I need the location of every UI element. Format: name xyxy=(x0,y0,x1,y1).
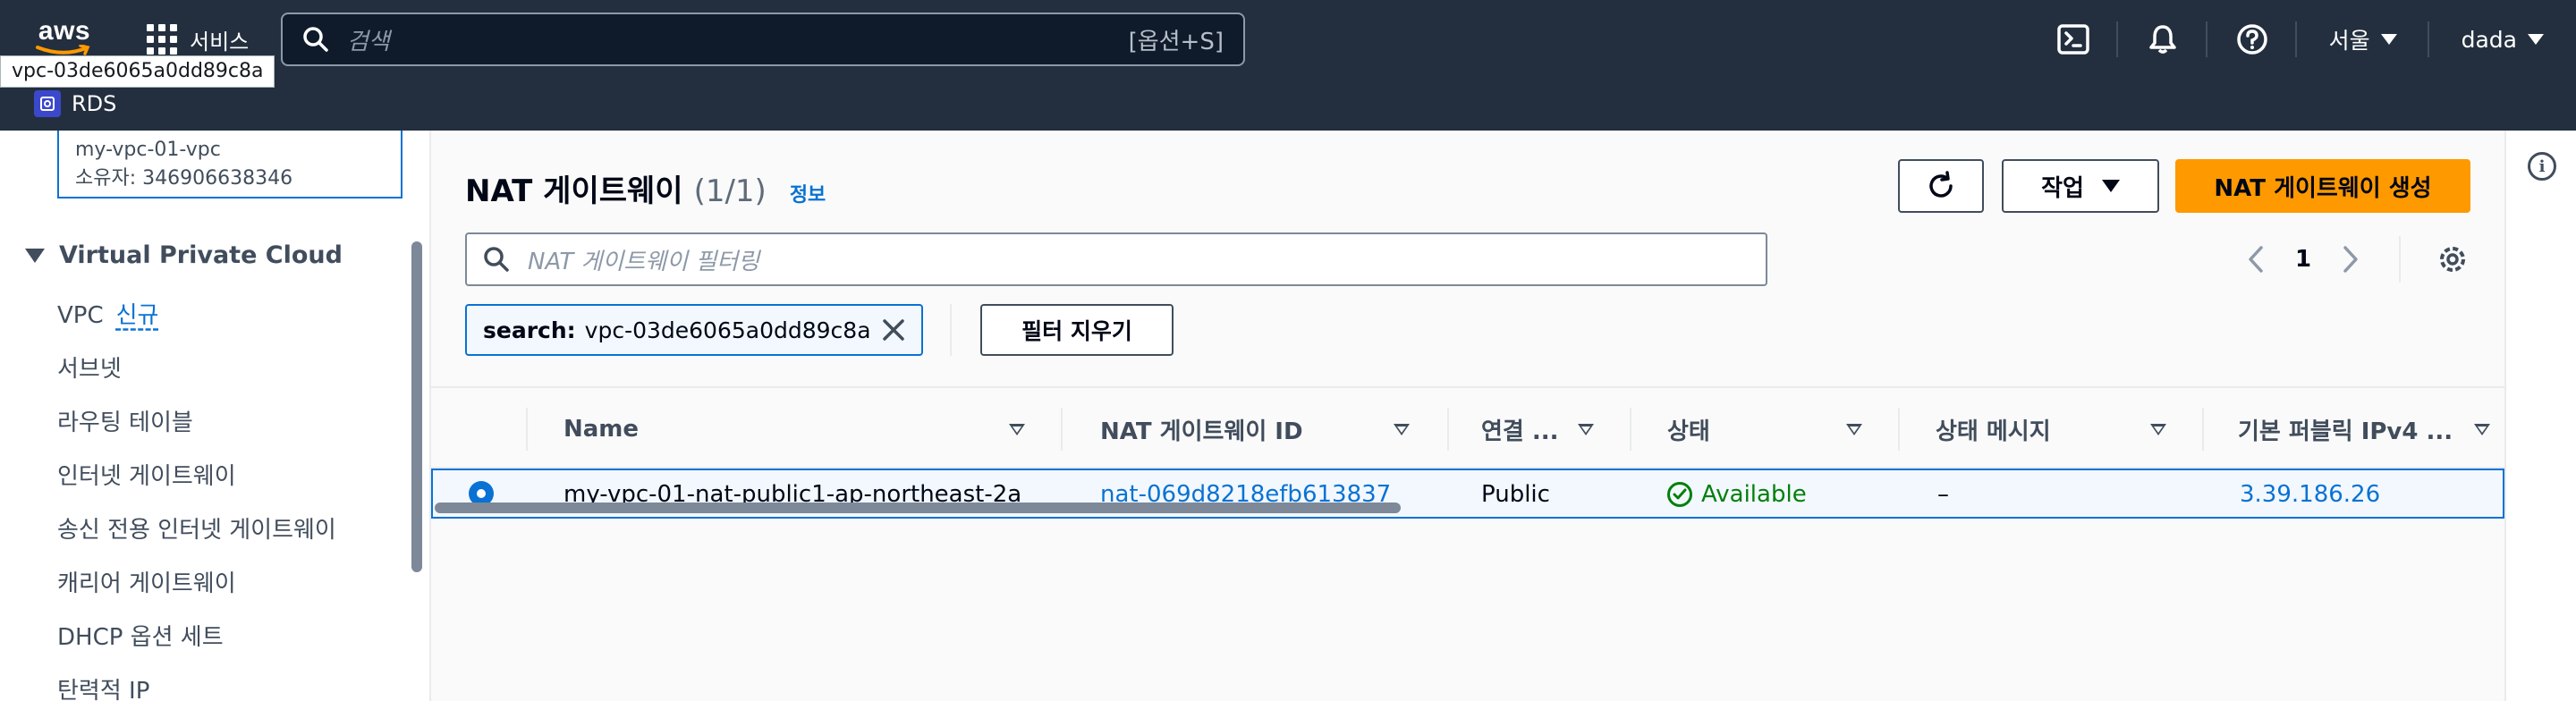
region-label: 서울 xyxy=(2328,28,2370,54)
table-horizontal-scrollbar[interactable] xyxy=(435,503,1401,513)
new-badge: 신규 xyxy=(115,302,159,329)
sidebar-item-vpc[interactable]: VPC 신규 xyxy=(57,297,158,330)
caret-down-icon xyxy=(2380,34,2397,45)
cloudshell-button[interactable] xyxy=(2029,0,2118,79)
caret-down-icon xyxy=(25,248,45,263)
vpc-owner: 소유자: 346906638346 xyxy=(75,167,293,190)
top-bar: aws 서비스 검색 [옵션+S] 서울 dada xyxy=(0,0,2576,79)
vpc-id-tooltip: vpc-03de6065a0dd89c8a xyxy=(0,55,275,88)
sidebar-item-elastic-ips[interactable]: 탄력적 IP xyxy=(57,672,149,701)
pagination: 1 xyxy=(2247,236,2360,283)
cloudshell-icon xyxy=(2056,24,2089,55)
sort-icon[interactable] xyxy=(2474,424,2490,435)
filter-placeholder: NAT 게이트웨이 필터링 xyxy=(528,248,760,275)
aws-logo-text: aws xyxy=(38,16,91,46)
column-state-message[interactable]: 상태 메시지 xyxy=(1936,388,2051,470)
clear-filters-button[interactable]: 필터 지우기 xyxy=(980,304,1174,356)
column-primary-public-ipv4[interactable]: 기본 퍼블릭 IPv4 ... xyxy=(2238,388,2453,470)
favorite-rds[interactable]: RDS xyxy=(34,88,116,120)
sort-icon[interactable] xyxy=(1578,424,1594,435)
services-grid-icon xyxy=(147,24,177,55)
page-title: NAT 게이트웨이 (1/1) 정보 xyxy=(465,166,826,210)
help-icon xyxy=(2236,24,2267,55)
filter-input[interactable]: NAT 게이트웨이 필터링 xyxy=(465,232,1767,286)
top-navigation: aws 서비스 검색 [옵션+S] 서울 dada RDS xyxy=(0,0,2576,131)
column-state[interactable]: 상태 xyxy=(1667,388,1710,470)
filter-token-value: vpc-03de6065a0dd89c8a xyxy=(584,317,871,343)
search-placeholder: 검색 xyxy=(347,28,390,55)
notifications-icon xyxy=(2148,25,2176,54)
side-navigation: my-vpc-01-vpc 소유자: 346906638346 Virtual … xyxy=(0,131,431,701)
column-name[interactable]: Name xyxy=(564,388,639,470)
state-label: Available xyxy=(1701,481,1807,508)
sidebar-item-subnets[interactable]: 서브넷 xyxy=(57,350,122,384)
search-shortcut: [옵션+S] xyxy=(1128,28,1224,55)
top-right-actions: 서울 dada xyxy=(2029,0,2576,79)
user-label: dada xyxy=(2461,26,2517,53)
status-success-icon xyxy=(1667,482,1692,507)
info-icon[interactable]: i xyxy=(2528,152,2556,181)
cell-connectivity: Public xyxy=(1481,481,1550,508)
cell-state-message: – xyxy=(1937,481,1949,508)
help-button[interactable] xyxy=(2207,0,2297,79)
region-selector[interactable]: 서울 xyxy=(2297,0,2429,79)
page-title-text: NAT 게이트웨이 xyxy=(465,173,683,209)
vpc-name: my-vpc-01-vpc xyxy=(75,139,221,161)
aws-logo[interactable]: aws xyxy=(30,18,98,61)
close-icon[interactable] xyxy=(882,318,905,342)
sidebar-item-label: VPC xyxy=(57,302,104,329)
section-virtual-private-cloud[interactable]: Virtual Private Cloud xyxy=(25,241,343,269)
sidebar-item-dhcp-options[interactable]: DHCP 옵션 세트 xyxy=(57,619,224,652)
table-header: Name NAT 게이트웨이 ID 연결 ... 상태 상태 메시지 기본 퍼블… xyxy=(431,386,2504,469)
current-page[interactable]: 1 xyxy=(2295,246,2311,273)
sidebar-item-egress-only-igw[interactable]: 송신 전용 인터넷 게이트웨이 xyxy=(57,511,336,545)
token-divider xyxy=(950,304,952,356)
chevron-left-icon[interactable] xyxy=(2247,245,2265,274)
refresh-button[interactable] xyxy=(1898,159,1984,213)
account-menu[interactable]: dada xyxy=(2429,0,2576,79)
sidebar-item-carrier-gateways[interactable]: 캐리어 게이트웨이 xyxy=(57,565,236,598)
global-search-input[interactable]: 검색 [옵션+S] xyxy=(281,13,1245,66)
pagination-divider xyxy=(2399,236,2401,283)
sort-icon[interactable] xyxy=(1846,424,1862,435)
main-content: NAT 게이트웨이 (1/1) 정보 작업 NAT 게이트웨이 생성 NAT 게… xyxy=(431,131,2504,701)
column-connectivity[interactable]: 연결 ... xyxy=(1481,388,1559,470)
info-link[interactable]: 정보 xyxy=(790,179,826,207)
sidebar-item-route-tables[interactable]: 라우팅 테이블 xyxy=(57,404,193,437)
caret-down-icon xyxy=(2101,180,2120,192)
search-icon xyxy=(484,247,509,272)
chevron-right-icon[interactable] xyxy=(2342,245,2360,274)
help-panel-rail: i xyxy=(2504,131,2576,701)
rds-label: RDS xyxy=(72,91,117,116)
services-label: 서비스 xyxy=(190,29,250,55)
actions-button[interactable]: 작업 xyxy=(2002,159,2159,213)
section-title: Virtual Private Cloud xyxy=(59,241,343,269)
sort-icon[interactable] xyxy=(1394,424,1410,435)
sort-icon[interactable] xyxy=(1009,424,1025,435)
refresh-icon xyxy=(1929,171,1953,198)
item-count: (1/1) xyxy=(693,173,767,209)
sidebar-scrollbar[interactable] xyxy=(411,241,422,572)
rds-icon xyxy=(34,90,61,117)
notifications-button[interactable] xyxy=(2118,0,2207,79)
actions-label: 작업 xyxy=(2041,174,2084,202)
cell-public-ip[interactable]: 3.39.186.26 xyxy=(2240,470,2380,519)
gear-icon[interactable] xyxy=(2435,241,2470,277)
column-nat-gateway-id[interactable]: NAT 게이트웨이 ID xyxy=(1100,388,1303,470)
selected-vpc-card[interactable]: my-vpc-01-vpc 소유자: 346906638346 xyxy=(57,131,402,198)
sidebar-item-internet-gateways[interactable]: 인터넷 게이트웨이 xyxy=(57,458,236,491)
create-nat-gateway-button[interactable]: NAT 게이트웨이 생성 xyxy=(2175,159,2470,213)
filter-token: search: vpc-03de6065a0dd89c8a xyxy=(465,304,923,356)
caret-down-icon xyxy=(2528,34,2544,45)
cell-state: Available xyxy=(1667,470,1807,519)
services-menu[interactable]: 서비스 xyxy=(147,21,249,57)
sort-icon[interactable] xyxy=(2150,424,2166,435)
search-icon xyxy=(303,27,328,52)
filter-token-key: search: xyxy=(483,317,576,343)
